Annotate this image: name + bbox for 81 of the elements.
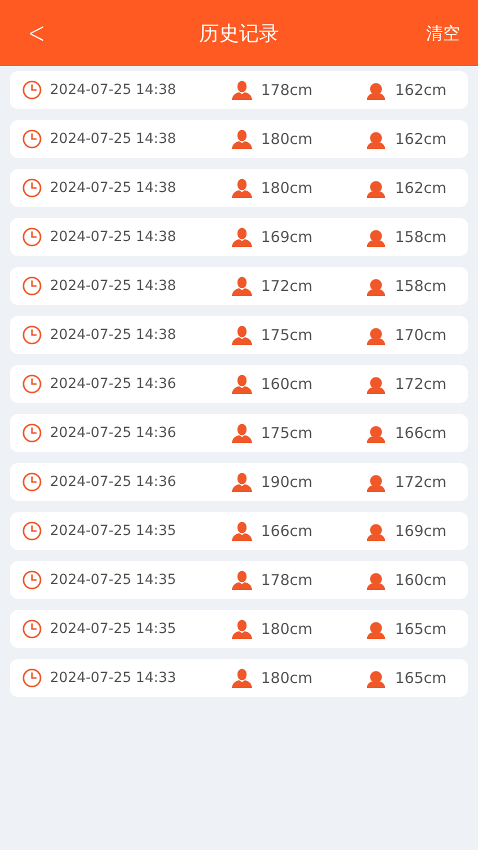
female-person-icon	[365, 619, 387, 639]
record-time: 2024-07-25 14:38	[50, 180, 176, 196]
female-person-icon	[365, 472, 387, 492]
record-time: 2024-07-25 14:36	[50, 376, 176, 392]
female-person-icon	[365, 668, 387, 688]
female-person-icon	[365, 80, 387, 100]
clock-icon	[22, 374, 42, 394]
male-height: 175cm	[261, 326, 312, 344]
male-height: 172cm	[261, 277, 312, 295]
female-height: 172cm	[395, 375, 446, 393]
male-person-icon	[231, 325, 253, 345]
female-person-icon	[365, 129, 387, 149]
male-height: 180cm	[261, 620, 312, 638]
male-height: 166cm	[261, 522, 312, 540]
male-person-icon	[231, 374, 253, 394]
record-time: 2024-07-25 14:36	[50, 474, 176, 490]
female-height: 158cm	[395, 228, 446, 246]
female-height: 165cm	[395, 620, 446, 638]
clock-icon	[22, 668, 42, 688]
male-person-icon	[231, 619, 253, 639]
male-person-icon	[231, 80, 253, 100]
male-person-icon	[231, 423, 253, 443]
clock-icon	[22, 423, 42, 443]
male-person-icon	[231, 668, 253, 688]
female-person-icon	[365, 178, 387, 198]
female-height: 160cm	[395, 571, 446, 589]
male-person-icon	[231, 178, 253, 198]
record-time: 2024-07-25 14:38	[50, 278, 176, 294]
clock-icon	[22, 570, 42, 590]
clock-icon	[22, 325, 42, 345]
female-height: 162cm	[395, 130, 446, 148]
female-person-icon	[365, 374, 387, 394]
back-button[interactable]: <	[28, 16, 46, 50]
male-height: 180cm	[261, 179, 312, 197]
female-height: 166cm	[395, 424, 446, 442]
male-person-icon	[231, 227, 253, 247]
female-person-icon	[365, 227, 387, 247]
record-time: 2024-07-25 14:35	[50, 621, 176, 637]
clock-icon	[22, 619, 42, 639]
record-time: 2024-07-25 14:38	[50, 327, 176, 343]
female-height: 172cm	[395, 473, 446, 491]
clock-icon	[22, 521, 42, 541]
record-time: 2024-07-25 14:35	[50, 523, 176, 539]
record-time: 2024-07-25 14:38	[50, 131, 176, 147]
record-time: 2024-07-25 14:38	[50, 82, 176, 98]
female-person-icon	[365, 325, 387, 345]
female-height: 158cm	[395, 277, 446, 295]
clock-icon	[22, 129, 42, 149]
page-title: 历史记录	[199, 20, 279, 46]
male-height: 169cm	[261, 228, 312, 246]
female-person-icon	[365, 521, 387, 541]
clock-icon	[22, 472, 42, 492]
male-person-icon	[231, 472, 253, 492]
male-person-icon	[231, 276, 253, 296]
male-height: 175cm	[261, 424, 312, 442]
female-height: 162cm	[395, 179, 446, 197]
male-height: 180cm	[261, 130, 312, 148]
male-person-icon	[231, 521, 253, 541]
female-person-icon	[365, 423, 387, 443]
female-height: 169cm	[395, 522, 446, 540]
female-height: 170cm	[395, 326, 446, 344]
male-height: 178cm	[261, 81, 312, 99]
clear-button[interactable]: 清空	[426, 22, 460, 44]
female-person-icon	[365, 570, 387, 590]
clock-icon	[22, 276, 42, 296]
clock-icon	[22, 80, 42, 100]
male-person-icon	[231, 570, 253, 590]
clock-icon	[22, 178, 42, 198]
male-height: 160cm	[261, 375, 312, 393]
male-person-icon	[231, 129, 253, 149]
female-person-icon	[365, 276, 387, 296]
male-height: 190cm	[261, 473, 312, 491]
clock-icon	[22, 227, 42, 247]
male-height: 178cm	[261, 571, 312, 589]
record-time: 2024-07-25 14:35	[50, 572, 176, 588]
female-height: 165cm	[395, 669, 446, 687]
record-time: 2024-07-25 14:33	[50, 670, 176, 686]
female-height: 162cm	[395, 81, 446, 99]
record-time: 2024-07-25 14:36	[50, 425, 176, 441]
record-time: 2024-07-25 14:38	[50, 229, 176, 245]
male-height: 180cm	[261, 669, 312, 687]
